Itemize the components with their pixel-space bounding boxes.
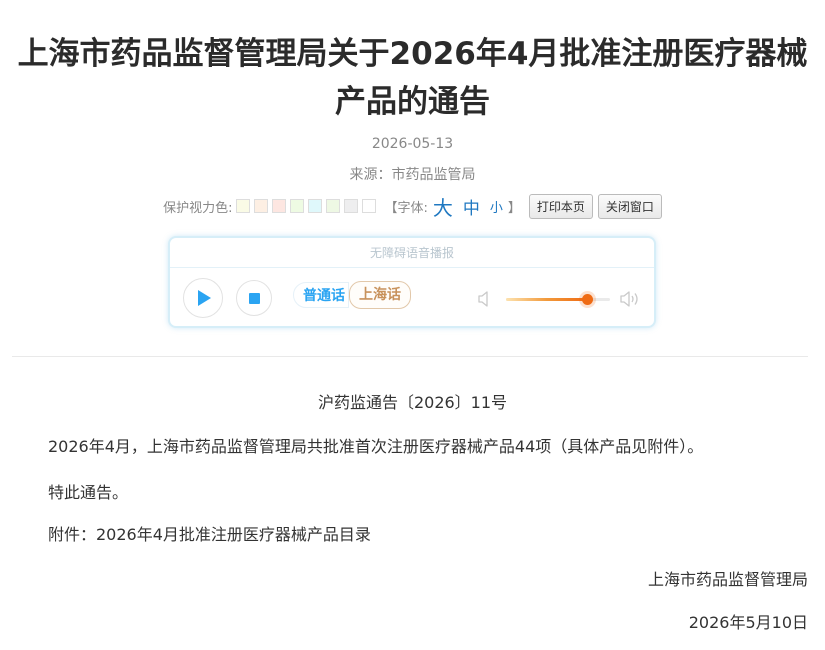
stop-icon (248, 292, 260, 304)
font-size-bracket-close: 】 (507, 200, 521, 216)
volume-high-icon (620, 291, 638, 307)
signature-date: 2026年5月10日 (688, 613, 808, 632)
shanghainese-option[interactable]: 上海话 (349, 281, 411, 309)
document-number: 沪药监通告〔2026〕11号 (317, 393, 508, 412)
eye-color-swatch-2[interactable] (254, 199, 269, 213)
eye-color-swatch-6[interactable] (326, 199, 341, 213)
close-window-button[interactable]: 关闭窗口 (597, 193, 662, 219)
article-source: 来源：市药品监管局 (349, 167, 476, 183)
eye-color-swatch-1[interactable] (236, 199, 251, 213)
audio-player: 无障碍语音播报 普通话 上海话 (168, 236, 656, 328)
font-size-big-link[interactable]: 大 (433, 192, 453, 221)
volume-low-icon (478, 291, 488, 307)
page-title: 上海市药品监督管理局关于2026年4月批准注册医疗器械产品的通告 (17, 36, 808, 120)
attachment-link[interactable]: 附件：2026年4月批准注册医疗器械产品目录 (48, 521, 371, 545)
eye-color-swatches (236, 199, 380, 213)
language-switch: 普通话 上海话 (293, 280, 411, 310)
content-divider (12, 356, 808, 357)
eye-color-swatch-3[interactable] (272, 199, 287, 213)
play-button[interactable] (183, 278, 223, 318)
font-size-medium-link[interactable]: 中 (463, 194, 480, 219)
font-size-small-link[interactable]: 小 (490, 197, 503, 216)
player-title: 无障碍语音播报 (170, 238, 654, 268)
publish-date: 2026-05-13 (371, 136, 454, 152)
print-page-button[interactable]: 打印本页 (528, 193, 593, 219)
volume-slider-handle[interactable] (582, 294, 594, 305)
notice-paragraph: 2026年4月，上海市药品监督管理局共批准首次注册医疗器械产品44项（具体产品见… (48, 437, 704, 456)
signature-organization: 上海市药品监督管理局 (647, 570, 808, 589)
eye-color-swatch-4[interactable] (290, 199, 305, 213)
closing-phrase: 特此通告。 (48, 483, 129, 502)
volume-slider[interactable] (506, 294, 610, 305)
reading-toolbar: 保护视力色: 【字体: 大 中 小 】 打印本页 关闭窗口 (0, 192, 825, 221)
volume-slider-fill (506, 298, 588, 301)
stop-button[interactable] (236, 280, 272, 316)
eye-color-label: 保护视力色: (163, 200, 233, 216)
eye-color-swatch-7[interactable] (344, 199, 359, 213)
mandarin-option[interactable]: 普通话 (293, 282, 349, 308)
eye-color-swatch-5[interactable] (308, 199, 323, 213)
font-size-label: 【字体: (384, 200, 428, 216)
eye-color-swatch-8[interactable] (362, 199, 377, 213)
play-icon (198, 290, 211, 306)
